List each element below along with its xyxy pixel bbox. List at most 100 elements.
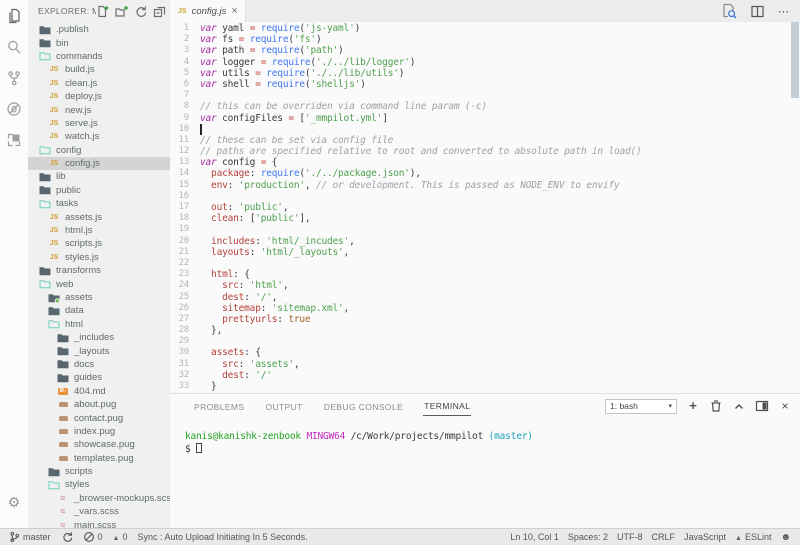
code-line: 13 var config = { [170,157,800,168]
new-terminal-icon[interactable]: + [686,399,700,413]
new-file-icon[interactable] [96,5,109,18]
tree-item-label: _vars.scss [74,506,119,518]
activity-explorer[interactable] [2,4,26,28]
tree-item-assets[interactable]: assets [28,291,170,304]
tree-item-docs[interactable]: docs [28,358,170,371]
tree-item-scripts-js[interactable]: JS scripts.js [28,237,170,250]
tree-item-about-pug[interactable]: about.pug [28,398,170,411]
status-encoding[interactable]: UTF-8 [617,532,643,542]
activity-settings[interactable]: ⚙ [2,491,26,515]
tree-item-guides[interactable]: guides [28,371,170,384]
new-folder-icon[interactable] [115,5,128,18]
tab-close-icon[interactable]: × [231,6,237,17]
tree-item--browser-mockups-scss[interactable]: ≈ _browser-mockups.scss [28,492,170,505]
status-eslint-label: ESLint [744,532,772,542]
maximize-panel-icon[interactable] [732,399,746,413]
tree-item-web[interactable]: web [28,277,170,290]
status-eslint[interactable]: ▲ ESLint [735,532,771,542]
code-text: dest: '/' [222,369,272,381]
tree-item-label: html.js [65,225,93,237]
status-feedback[interactable]: ☻ [780,532,791,543]
pug-icon [56,402,70,408]
tree-item--publish[interactable]: .publish [28,23,170,36]
code-text: var config = { [200,157,278,169]
tree-item-scripts[interactable]: scripts [28,465,170,478]
js-icon: JS [49,227,59,235]
tree-item-main-scss[interactable]: ≈ main.scss [28,518,170,528]
tree-item-label: docs [74,358,95,370]
status-errors[interactable]: 0 [83,531,103,543]
error-icon [83,531,95,543]
tree-item-serve-js[interactable]: JS serve.js [28,117,170,130]
code-text: package: require('./../package.json'), [211,168,421,180]
panel-tab-problems[interactable]: PROBLEMS [193,397,245,416]
tree-item-lib[interactable]: lib [28,170,170,183]
tree-item--vars-scss[interactable]: ≈ _vars.scss [28,505,170,518]
tree-item-commands[interactable]: commands [28,50,170,63]
status-language-mode[interactable]: JavaScript [684,532,726,542]
tree-item-new-js[interactable]: JS new.js [28,103,170,116]
move-panel-icon[interactable] [755,399,769,413]
tree-item-deploy-js[interactable]: JS deploy.js [28,90,170,103]
tree-item-config-js[interactable]: JS config.js [28,156,170,171]
tree-item-styles-js[interactable]: JS styles.js [28,251,170,264]
status-indentation[interactable]: Spaces: 2 [568,532,608,542]
tree-item-404-md[interactable]: M↓ 404.md [28,385,170,398]
status-eol[interactable]: CRLF [651,532,675,542]
tree-item-html[interactable]: html [28,318,170,331]
activity-debug[interactable] [2,97,26,121]
tree-item-assets-js[interactable]: JS assets.js [28,210,170,223]
activity-extensions[interactable] [2,128,26,152]
tree-item-label: _layouts [74,345,110,357]
js-icon: JS [49,93,59,101]
more-actions-icon[interactable]: ⋯ [778,5,790,18]
tree-item--includes[interactable]: _includes [28,331,170,344]
status-cursor-position[interactable]: Ln 10, Col 1 [510,532,559,542]
tree-item-templates-pug[interactable]: templates.pug [28,452,170,465]
activity-search[interactable] [2,35,26,59]
status-git-branch[interactable]: master [9,531,51,543]
editor-scrollbar[interactable] [791,22,799,98]
tree-item-transforms[interactable]: transforms [28,264,170,277]
collapse-icon[interactable] [153,5,166,18]
panel-tab-terminal[interactable]: TERMINAL [423,396,472,416]
panel-tab-output[interactable]: OUTPUT [264,397,303,416]
git-icon [6,70,22,86]
open-preview-icon[interactable] [721,3,737,19]
code-line: 4 var logger = require('./../lib/logger') [170,57,800,68]
split-editor-icon[interactable] [750,4,765,19]
tree-item-styles[interactable]: styles [28,478,170,491]
tab-config-js[interactable]: JS config.js × [170,0,246,22]
tree-item-clean-js[interactable]: JS clean.js [28,77,170,90]
folder-open-icon [38,199,52,209]
code-line: 23 html: { [170,269,800,280]
tree-item-data[interactable]: data [28,304,170,317]
tree-item-showcase-pug[interactable]: showcase.pug [28,438,170,451]
tree-item-build-js[interactable]: JS build.js [28,63,170,76]
status-warnings[interactable]: ▲ 0 [113,532,128,542]
status-sync[interactable] [61,531,73,543]
tree-item-public[interactable]: public [28,184,170,197]
code-editor[interactable]: 1 var yaml = require('js-yaml') 2 var fs = … [170,22,800,393]
tree-item-html-js[interactable]: JS html.js [28,224,170,237]
activity-bar-bottom: ⚙ [2,491,26,522]
tree-item-watch-js[interactable]: JS watch.js [28,130,170,143]
tree-item-bin[interactable]: bin [28,36,170,49]
kill-terminal-icon[interactable] [709,399,723,413]
tree-item-index-pug[interactable]: index.pug [28,425,170,438]
tree-item-config[interactable]: config [28,144,170,157]
panel-tab-debug-console[interactable]: DEBUG CONSOLE [323,397,404,416]
tree-item-contact-pug[interactable]: contact.pug [28,411,170,424]
folder-open-icon [38,145,52,155]
activity-source-control[interactable] [2,66,26,90]
close-panel-icon[interactable]: × [778,399,792,413]
line-number: 13 [178,157,190,168]
terminal-output[interactable]: kanis@kanishk-zenbook MINGW64 /c/Work/pr… [170,418,800,528]
tree-item-tasks[interactable]: tasks [28,197,170,210]
status-sync-status[interactable]: Sync : Auto Upload Initiating In 5 Secon… [137,532,307,542]
terminal-selector[interactable]: 1: bash ▾ [605,398,677,414]
refresh-icon[interactable] [134,5,147,18]
tree-item-label: tasks [56,198,79,210]
code-line: 1 var yaml = require('js-yaml') [170,23,800,34]
tree-item--layouts[interactable]: _layouts [28,344,170,357]
